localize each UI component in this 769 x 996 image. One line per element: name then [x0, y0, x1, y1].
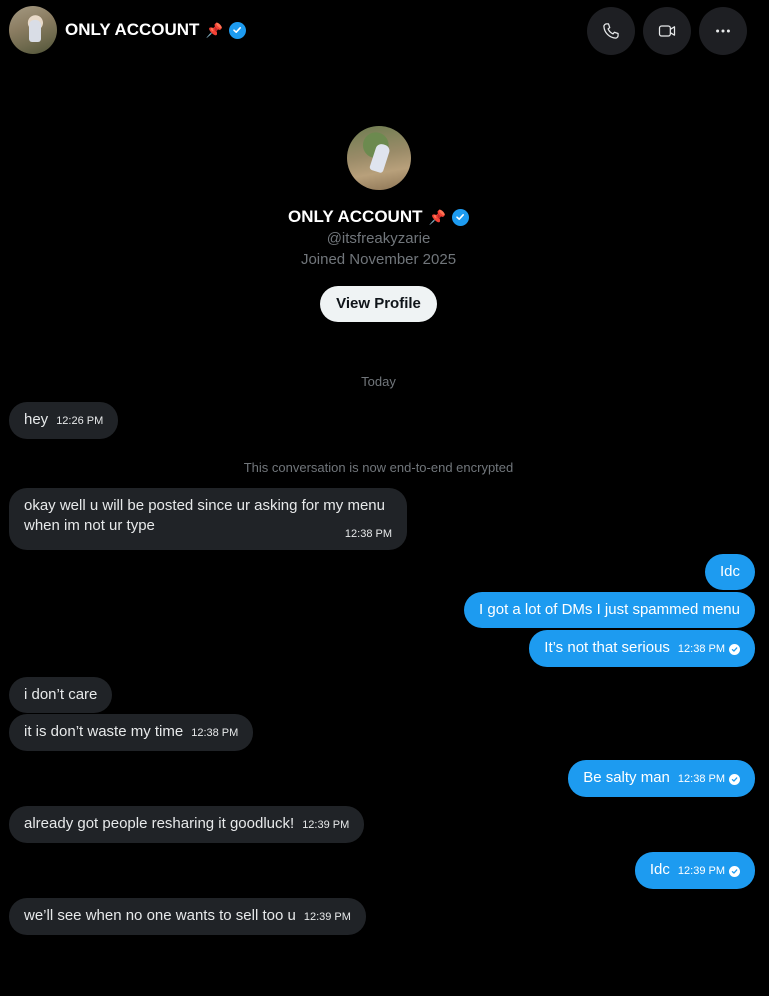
- message-text: already got people resharing it goodluck…: [24, 815, 295, 832]
- message-sent[interactable]: It’s not that serious 12:38 PM: [529, 630, 755, 667]
- message-sent[interactable]: Be salty man 12:38 PM: [568, 760, 755, 797]
- profile-name-text: ONLY ACCOUNT: [288, 207, 423, 226]
- message-time: 12:38 PM: [191, 727, 239, 739]
- chat-header: ONLY ACCOUNT 📌: [0, 0, 769, 62]
- message-received[interactable]: okay well u will be posted since ur aski…: [9, 488, 407, 550]
- conversation-title[interactable]: ONLY ACCOUNT 📌: [65, 20, 246, 40]
- profile-handle: @itsfreakyzarie: [326, 230, 431, 247]
- message-text: it is don’t waste my time: [24, 723, 184, 740]
- pin-icon: 📌: [428, 208, 446, 225]
- message-text: hey: [24, 411, 49, 428]
- message-received[interactable]: i don’t care: [9, 677, 113, 713]
- header-name: ONLY ACCOUNT: [65, 20, 200, 39]
- avatar[interactable]: [9, 6, 57, 54]
- message-text: It’s not that serious: [544, 639, 670, 656]
- read-receipt-icon: [729, 774, 740, 785]
- message-text: Idc: [649, 861, 670, 878]
- phone-icon: [603, 23, 619, 39]
- encryption-notice: This conversation is now end-to-end encr…: [243, 460, 514, 475]
- message-time: 12:39 PM: [677, 865, 725, 877]
- message-time: 12:38 PM: [677, 643, 725, 655]
- profile-joined-date: Joined November 2025: [300, 251, 457, 268]
- message-text: Be salty man: [583, 769, 670, 786]
- message-received[interactable]: hey 12:26 PM: [9, 402, 119, 439]
- view-profile-button[interactable]: View Profile: [320, 286, 437, 322]
- date-divider: Today: [361, 374, 396, 389]
- message-time: 12:38 PM: [677, 773, 725, 785]
- verified-badge-icon: [228, 21, 246, 39]
- message-sent[interactable]: Idc: [704, 554, 755, 590]
- message-text: i don’t care: [24, 686, 98, 703]
- message-received[interactable]: we’ll see when no one wants to sell too …: [9, 898, 366, 935]
- video-call-button[interactable]: [643, 7, 691, 55]
- call-button[interactable]: [587, 7, 635, 55]
- message-sent[interactable]: Idc 12:39 PM: [634, 852, 755, 889]
- read-receipt-icon: [729, 866, 740, 877]
- message-time: 12:39 PM: [303, 911, 351, 923]
- more-options-button[interactable]: [699, 7, 747, 55]
- profile-name: ONLY ACCOUNT 📌: [288, 207, 469, 227]
- verified-badge-icon: [451, 208, 469, 226]
- message-text: Idc: [719, 563, 740, 580]
- message-received[interactable]: it is don’t waste my time 12:38 PM: [9, 714, 254, 751]
- message-time: 12:26 PM: [56, 415, 104, 427]
- pin-icon: 📌: [205, 21, 223, 38]
- more-icon: [716, 29, 730, 33]
- read-receipt-icon: [729, 644, 740, 655]
- message-text: we’ll see when no one wants to sell too …: [24, 907, 296, 924]
- message-sent[interactable]: I got a lot of DMs I just spammed menu: [464, 592, 755, 628]
- profile-avatar[interactable]: [346, 126, 411, 190]
- profile-card: ONLY ACCOUNT 📌 @itsfreakyzarie Joined No…: [0, 126, 757, 322]
- message-received[interactable]: already got people resharing it goodluck…: [9, 806, 365, 843]
- message-time: 12:39 PM: [302, 819, 350, 831]
- video-icon: [658, 25, 676, 37]
- message-text: I got a lot of DMs I just spammed menu: [479, 601, 740, 618]
